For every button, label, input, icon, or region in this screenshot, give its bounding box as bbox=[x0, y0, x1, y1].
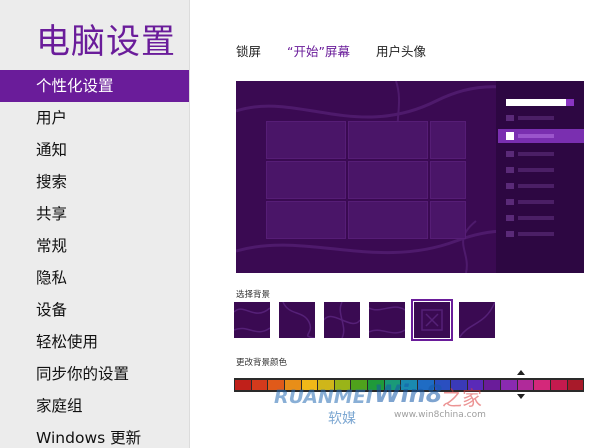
preview-tile bbox=[348, 161, 428, 199]
preview-search-box bbox=[506, 99, 574, 106]
watermark-brand-en: RUANMEI bbox=[274, 386, 373, 408]
preview-tile bbox=[430, 121, 466, 159]
sidebar-item-personalize[interactable]: 个性化设置 bbox=[0, 70, 189, 102]
color-swatch[interactable] bbox=[251, 380, 268, 390]
tab-bar: 锁屏 “开始”屏幕 用户头像 bbox=[236, 42, 452, 62]
sidebar-item-homegroup[interactable]: 家庭组 bbox=[0, 390, 189, 422]
background-option[interactable] bbox=[411, 299, 453, 341]
watermark-site-suffix: 之家 bbox=[442, 386, 482, 410]
tab-lock-screen[interactable]: 锁屏 bbox=[236, 42, 261, 62]
preview-tile bbox=[430, 201, 466, 239]
color-label: 更改背景颜色 bbox=[236, 358, 288, 368]
color-swatch[interactable] bbox=[550, 380, 567, 390]
watermark-url: www.win8china.com bbox=[394, 410, 486, 420]
color-swatch[interactable] bbox=[517, 380, 534, 390]
sidebar-item-devices[interactable]: 设备 bbox=[0, 294, 189, 326]
preview-tile bbox=[266, 121, 346, 159]
sidebar-item-windows-update[interactable]: Windows 更新 bbox=[0, 422, 189, 448]
sidebar-item-sync-settings[interactable]: 同步你的设置 bbox=[0, 358, 189, 390]
background-label: 选择背景 bbox=[236, 290, 271, 300]
color-swatch[interactable] bbox=[235, 380, 251, 390]
preview-check-icon bbox=[506, 132, 514, 140]
start-screen-preview bbox=[236, 81, 584, 273]
preview-tile bbox=[266, 201, 346, 239]
tab-start-screen[interactable]: “开始”屏幕 bbox=[287, 42, 350, 62]
preview-row-icon bbox=[506, 199, 514, 205]
sidebar-item-general[interactable]: 常规 bbox=[0, 230, 189, 262]
preview-row-line bbox=[518, 232, 554, 236]
sidebar-item-notifications[interactable]: 通知 bbox=[0, 134, 189, 166]
preview-row-line bbox=[518, 168, 554, 172]
preview-tile bbox=[266, 161, 346, 199]
page-title: 电脑设置 bbox=[36, 22, 176, 62]
background-option[interactable] bbox=[324, 302, 360, 338]
preview-row-icon bbox=[506, 115, 514, 121]
preview-row-line bbox=[518, 116, 554, 120]
preview-row-line bbox=[518, 216, 554, 220]
preview-search-button bbox=[566, 99, 574, 106]
watermark-brand-cn: 软媒 bbox=[328, 411, 356, 427]
color-swatch[interactable] bbox=[534, 380, 550, 390]
slider-thumb-top-icon[interactable] bbox=[517, 370, 525, 375]
preview-search-panel bbox=[496, 81, 584, 273]
color-swatch[interactable] bbox=[567, 380, 584, 390]
sidebar-item-users[interactable]: 用户 bbox=[0, 102, 189, 134]
preview-tile bbox=[348, 121, 428, 159]
watermark-site: Win8 bbox=[374, 380, 443, 408]
background-option[interactable] bbox=[369, 302, 405, 338]
preview-row-icon bbox=[506, 231, 514, 237]
preview-row-icon bbox=[506, 215, 514, 221]
preview-row-icon bbox=[506, 183, 514, 189]
sidebar-nav: 个性化设置 用户 通知 搜索 共享 常规 隐私 设备 轻松使用 同步你的设置 家… bbox=[0, 70, 189, 448]
background-option[interactable] bbox=[459, 302, 495, 338]
watermark: RUANMEI 软媒 Win8 之家 www.win8china.com bbox=[274, 378, 504, 438]
sidebar-item-search[interactable]: 搜索 bbox=[0, 166, 189, 198]
preview-row-line bbox=[518, 134, 554, 138]
preview-tile bbox=[430, 161, 466, 199]
preview-row-line bbox=[518, 184, 554, 188]
sidebar: 电脑设置 个性化设置 用户 通知 搜索 共享 常规 隐私 设备 轻松使用 同步你… bbox=[0, 0, 190, 448]
sidebar-item-ease-of-access[interactable]: 轻松使用 bbox=[0, 326, 189, 358]
preview-row-line bbox=[518, 200, 554, 204]
tab-account-picture[interactable]: 用户头像 bbox=[376, 42, 426, 62]
background-option[interactable] bbox=[234, 302, 270, 338]
sidebar-item-share[interactable]: 共享 bbox=[0, 198, 189, 230]
background-option[interactable] bbox=[279, 302, 315, 338]
slider-thumb-bottom-icon[interactable] bbox=[517, 394, 525, 399]
preview-row-icon bbox=[506, 151, 514, 157]
preview-tile bbox=[348, 201, 428, 239]
preview-row-icon bbox=[506, 167, 514, 173]
preview-row-line bbox=[518, 152, 554, 156]
sidebar-item-privacy[interactable]: 隐私 bbox=[0, 262, 189, 294]
